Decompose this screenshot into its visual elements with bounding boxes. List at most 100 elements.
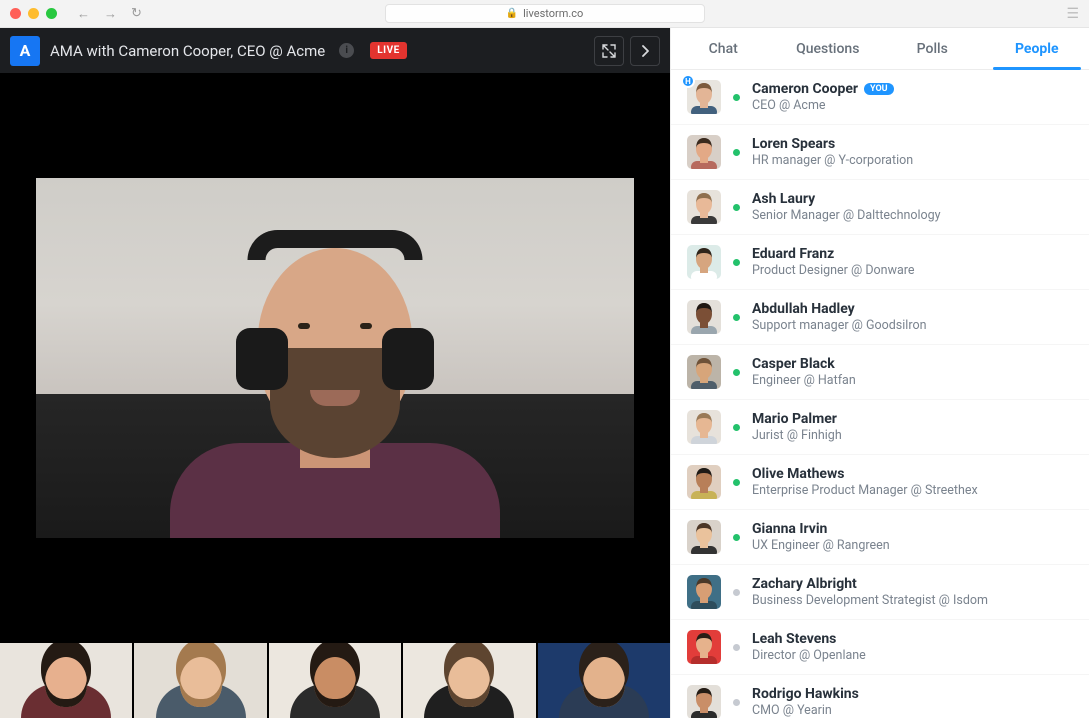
person-role: Support manager @ Goodsilron <box>752 318 926 333</box>
person-role: Senior Manager @ Dalttechnology <box>752 208 941 223</box>
tab-label: Polls <box>917 41 948 57</box>
person-name: Zachary Albright <box>752 576 988 592</box>
participant-thumbnail[interactable] <box>0 643 132 718</box>
person-name: Abdullah Hadley <box>752 301 926 317</box>
person-name: Loren Spears <box>752 136 913 152</box>
browser-menu-icon[interactable]: ☰ <box>1066 6 1079 22</box>
person-info: Leah StevensDirector @ Openlane <box>752 631 866 663</box>
avatar <box>687 135 721 169</box>
back-button[interactable]: ← <box>77 6 90 22</box>
person-row[interactable]: Casper BlackEngineer @ Hatfan <box>671 345 1089 400</box>
person-row[interactable]: Rodrigo HawkinsCMO @ Yearin <box>671 675 1089 718</box>
person-name: Casper Black <box>752 356 856 372</box>
person-info: Ash LaurySenior Manager @ Dalttechnology <box>752 191 941 223</box>
person-role: Engineer @ Hatfan <box>752 373 856 388</box>
close-window-icon[interactable] <box>10 8 21 19</box>
person-role: Jurist @ Finhigh <box>752 428 842 443</box>
tab-chat[interactable]: Chat <box>671 28 776 69</box>
participant-thumbnail[interactable] <box>538 643 670 718</box>
person-row[interactable]: Leah StevensDirector @ Openlane <box>671 620 1089 675</box>
participant-thumbnail[interactable] <box>403 643 535 718</box>
avatar <box>687 410 721 444</box>
lock-icon: 🔒 <box>506 8 518 19</box>
minimize-window-icon[interactable] <box>28 8 39 19</box>
main-speaker-video[interactable] <box>36 178 634 538</box>
avatar <box>687 300 721 334</box>
avatar <box>687 245 721 279</box>
person-row[interactable]: H Cameron CooperYOUCEO @ Acme <box>671 70 1089 125</box>
presence-indicator-icon <box>733 204 740 211</box>
person-row[interactable]: Gianna IrvinUX Engineer @ Rangreen <box>671 510 1089 565</box>
reload-button[interactable]: ↻ <box>131 6 142 22</box>
forward-button[interactable]: → <box>104 6 117 22</box>
tab-label: Questions <box>796 41 859 57</box>
avatar <box>687 520 721 554</box>
presence-indicator-icon <box>733 589 740 596</box>
person-info: Gianna IrvinUX Engineer @ Rangreen <box>752 521 890 553</box>
person-row[interactable]: Olive MathewsEnterprise Product Manager … <box>671 455 1089 510</box>
sidebar: Chat Questions Polls People H Cameron Cooper… <box>670 28 1089 718</box>
person-row[interactable]: Zachary AlbrightBusiness Development Str… <box>671 565 1089 620</box>
participant-thumbnails <box>0 643 670 718</box>
person-role: Business Development Strategist @ Isdom <box>752 593 988 608</box>
person-name: Eduard Franz <box>752 246 915 262</box>
person-role: CEO @ Acme <box>752 98 894 113</box>
url-bar[interactable]: 🔒 livestorm.co <box>385 4 705 23</box>
sidebar-tabs: Chat Questions Polls People <box>671 28 1089 70</box>
person-row[interactable]: Abdullah HadleySupport manager @ Goodsil… <box>671 290 1089 345</box>
person-row[interactable]: Loren SpearsHR manager @ Y-corporation <box>671 125 1089 180</box>
presence-indicator-icon <box>733 94 740 101</box>
presence-indicator-icon <box>733 534 740 541</box>
presence-indicator-icon <box>733 369 740 376</box>
person-row[interactable]: Eduard FranzProduct Designer @ Donware <box>671 235 1089 290</box>
avatar: H <box>687 80 721 114</box>
participant-thumbnail[interactable] <box>269 643 401 718</box>
url-host: livestorm.co <box>523 7 583 20</box>
presence-indicator-icon <box>733 644 740 651</box>
host-badge-icon: H <box>681 74 695 88</box>
person-info: Olive MathewsEnterprise Product Manager … <box>752 466 978 498</box>
person-row[interactable]: Ash LaurySenior Manager @ Dalttechnology <box>671 180 1089 235</box>
presence-indicator-icon <box>733 699 740 706</box>
person-role: Director @ Openlane <box>752 648 866 663</box>
tab-label: Chat <box>709 41 738 57</box>
participant-thumbnail[interactable] <box>134 643 266 718</box>
person-info: Zachary AlbrightBusiness Development Str… <box>752 576 988 608</box>
person-name: Ash Laury <box>752 191 941 207</box>
main-video-area <box>0 73 670 643</box>
presence-indicator-icon <box>733 259 740 266</box>
fullscreen-button[interactable] <box>594 36 624 66</box>
person-name: Olive Mathews <box>752 466 978 482</box>
person-name: Rodrigo Hawkins <box>752 686 859 702</box>
person-info: Casper BlackEngineer @ Hatfan <box>752 356 856 388</box>
presence-indicator-icon <box>733 314 740 321</box>
event-title: AMA with Cameron Cooper, CEO @ Acme <box>50 42 325 60</box>
info-icon[interactable]: i <box>339 43 354 58</box>
tab-polls[interactable]: Polls <box>880 28 985 69</box>
brand-logo: A <box>10 36 40 66</box>
person-info: Cameron CooperYOUCEO @ Acme <box>752 81 894 113</box>
person-role: CMO @ Yearin <box>752 703 859 718</box>
person-info: Abdullah HadleySupport manager @ Goodsil… <box>752 301 926 333</box>
avatar <box>687 685 721 718</box>
browser-chrome: ← → ↻ 🔒 livestorm.co ☰ <box>0 0 1089 28</box>
avatar <box>687 190 721 224</box>
tab-questions[interactable]: Questions <box>776 28 881 69</box>
person-info: Mario PalmerJurist @ Finhigh <box>752 411 842 443</box>
avatar <box>687 355 721 389</box>
person-name: Gianna Irvin <box>752 521 890 537</box>
tab-people[interactable]: People <box>985 28 1089 69</box>
collapse-panel-button[interactable] <box>630 36 660 66</box>
maximize-window-icon[interactable] <box>46 8 57 19</box>
avatar <box>687 575 721 609</box>
nav-controls: ← → ↻ <box>77 6 142 22</box>
person-name: Mario Palmer <box>752 411 842 427</box>
avatar <box>687 630 721 664</box>
stage-header: A AMA with Cameron Cooper, CEO @ Acme i … <box>0 28 670 73</box>
presence-indicator-icon <box>733 149 740 156</box>
presence-indicator-icon <box>733 424 740 431</box>
person-row[interactable]: Mario PalmerJurist @ Finhigh <box>671 400 1089 455</box>
person-info: Rodrigo HawkinsCMO @ Yearin <box>752 686 859 718</box>
person-role: UX Engineer @ Rangreen <box>752 538 890 553</box>
avatar <box>687 465 721 499</box>
